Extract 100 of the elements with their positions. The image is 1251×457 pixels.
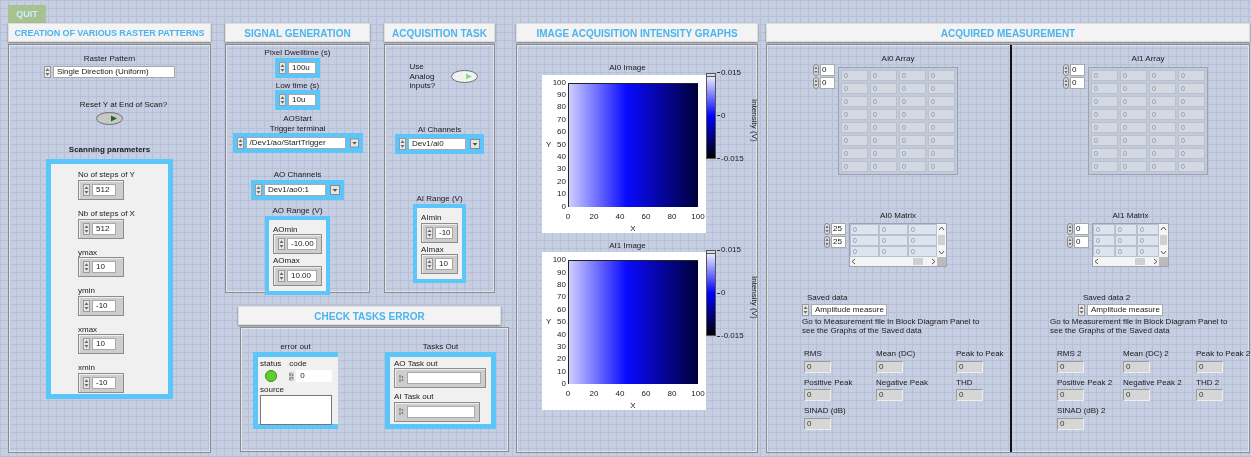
spinner-icon[interactable] [279,61,286,74]
field-label: AI0 Matrix [880,210,916,221]
spinner-icon[interactable] [255,183,262,196]
field-label: AI0 Array [881,54,915,64]
note-text: Go to Measurement file in Block Diagram Panel to see the Graphs of the Saved data [802,316,981,336]
spinner-icon[interactable] [83,338,90,351]
field-label: source [260,385,285,395]
spinner-icon[interactable] [813,77,819,89]
value-field: 0 [876,360,903,373]
index-field[interactable]: 0 [1070,77,1085,89]
spinner-icon[interactable] [44,65,51,78]
spinner-icon[interactable] [83,222,90,235]
spinner-icon[interactable] [1063,64,1069,76]
numeric-field[interactable]: -10 [435,226,453,239]
field-label: xmin [78,363,96,373]
index-field[interactable]: 25 [831,235,846,248]
ring-field[interactable]: Dev1/ao0:1 [264,183,326,196]
numeric-field[interactable]: 10.00 [287,269,317,282]
spinner-icon[interactable] [426,226,433,239]
tick-label: 0 [564,212,572,221]
field-label: AI Range (V) [416,194,463,204]
horizontal-scrollbar[interactable] [1093,257,1159,267]
ring-field[interactable]: Single Direction (Uniform) [53,65,175,78]
numeric-field[interactable]: 512 [92,183,116,196]
spinner-icon[interactable] [83,183,90,196]
section-label: Scanning parameters [68,144,151,155]
tick-label: 0.015 [717,68,744,77]
numeric-field[interactable]: 10u [288,94,316,107]
spinner-icon[interactable] [1067,222,1073,235]
ring-field[interactable]: /Dev1/ao/StartTrigger [245,137,346,150]
spinner-icon[interactable] [83,261,90,274]
value-field: 0 [1123,389,1150,402]
spinner-icon[interactable] [813,64,819,76]
tick-label: 100 [690,212,706,221]
task-field[interactable] [407,405,475,418]
numeric-field[interactable]: 10 [435,258,453,271]
numeric-field[interactable]: -10.00 [287,238,317,251]
spinner-icon[interactable] [824,222,830,235]
numeric-field[interactable]: -10 [92,299,116,312]
spinner-icon[interactable] [426,258,433,271]
index-field[interactable]: 0 [1074,222,1089,235]
numeric-field[interactable]: 512 [92,222,116,235]
tick-label: 70 [557,293,566,302]
task-field[interactable] [407,372,481,385]
ring-field[interactable]: Dev1/ai0 [408,138,466,151]
index-field[interactable]: 0 [1074,235,1089,248]
field-label: SINAD (dB) 2 [1057,406,1107,416]
field-label: AI1 Array [1131,54,1165,64]
vertical-scrollbar[interactable] [937,224,946,267]
field-label: RMS [804,348,823,359]
axis-label: Y [546,318,553,327]
index-field[interactable]: 0 [1070,64,1085,76]
field-label: Saved data 2 [1083,293,1132,303]
field-label: AI Task out [394,392,435,402]
ring-field[interactable]: Amplitude measure [1087,303,1163,316]
field-label: No of steps of Y [78,170,136,180]
note-text: Go to Measurement file in Block Diagram Panel to see the Graphs of the Saved data [1050,316,1229,336]
numeric-field[interactable]: 100u [288,61,316,74]
numeric-field[interactable]: -10 [92,376,116,389]
vertical-scrollbar[interactable] [1159,224,1168,267]
spinner-icon[interactable] [278,238,285,251]
numeric-field[interactable]: 10 [92,261,116,274]
spinner-icon[interactable] [278,269,285,282]
value-field: 0 [1057,360,1084,373]
spinner-icon[interactable] [279,94,286,107]
toggle-switch[interactable] [450,69,478,83]
horizontal-scrollbar[interactable] [850,257,937,267]
dropdown-icon[interactable] [349,138,359,149]
spinner-icon[interactable] [1078,303,1085,316]
tick-label: 40 [557,330,566,339]
toggle-switch[interactable] [96,112,123,126]
spinner-icon[interactable] [1063,77,1069,89]
value-field: 0 [804,360,831,373]
spinner-icon[interactable] [83,376,90,389]
field-label: Pixel Dwelltime (s) [264,48,331,58]
spinner-icon[interactable] [824,235,830,248]
tick-label: -0.015 [717,154,744,163]
tick-label: 10 [557,367,566,376]
index-field[interactable]: 25 [831,222,846,235]
field-label: code [289,358,308,369]
index-field[interactable]: 0 [820,77,835,89]
axis-label: Intensity (V) [749,276,760,319]
spinner-icon[interactable] [399,138,406,151]
panel-header: ACQUISITION TASK [384,23,495,42]
field-label: AI0 Image [609,63,646,73]
dropdown-icon[interactable] [330,184,340,195]
field-label: Tasks Out [422,342,459,352]
spinner-icon[interactable] [802,303,809,316]
numeric-field[interactable]: 10 [92,338,116,351]
tick-label: 60 [557,128,566,137]
dropdown-icon[interactable] [470,139,480,150]
value-field: 0 [1057,417,1084,430]
spinner-icon[interactable] [1067,235,1073,248]
tick-label: 50 [557,140,566,149]
index-field[interactable]: 0 [820,64,835,76]
spinner-icon[interactable] [83,299,90,312]
tick-label: 90 [557,91,566,99]
spinner-icon[interactable] [236,137,244,150]
field-label: THD 2 [1196,377,1221,388]
ring-field[interactable]: Amplitude measure [811,303,887,316]
